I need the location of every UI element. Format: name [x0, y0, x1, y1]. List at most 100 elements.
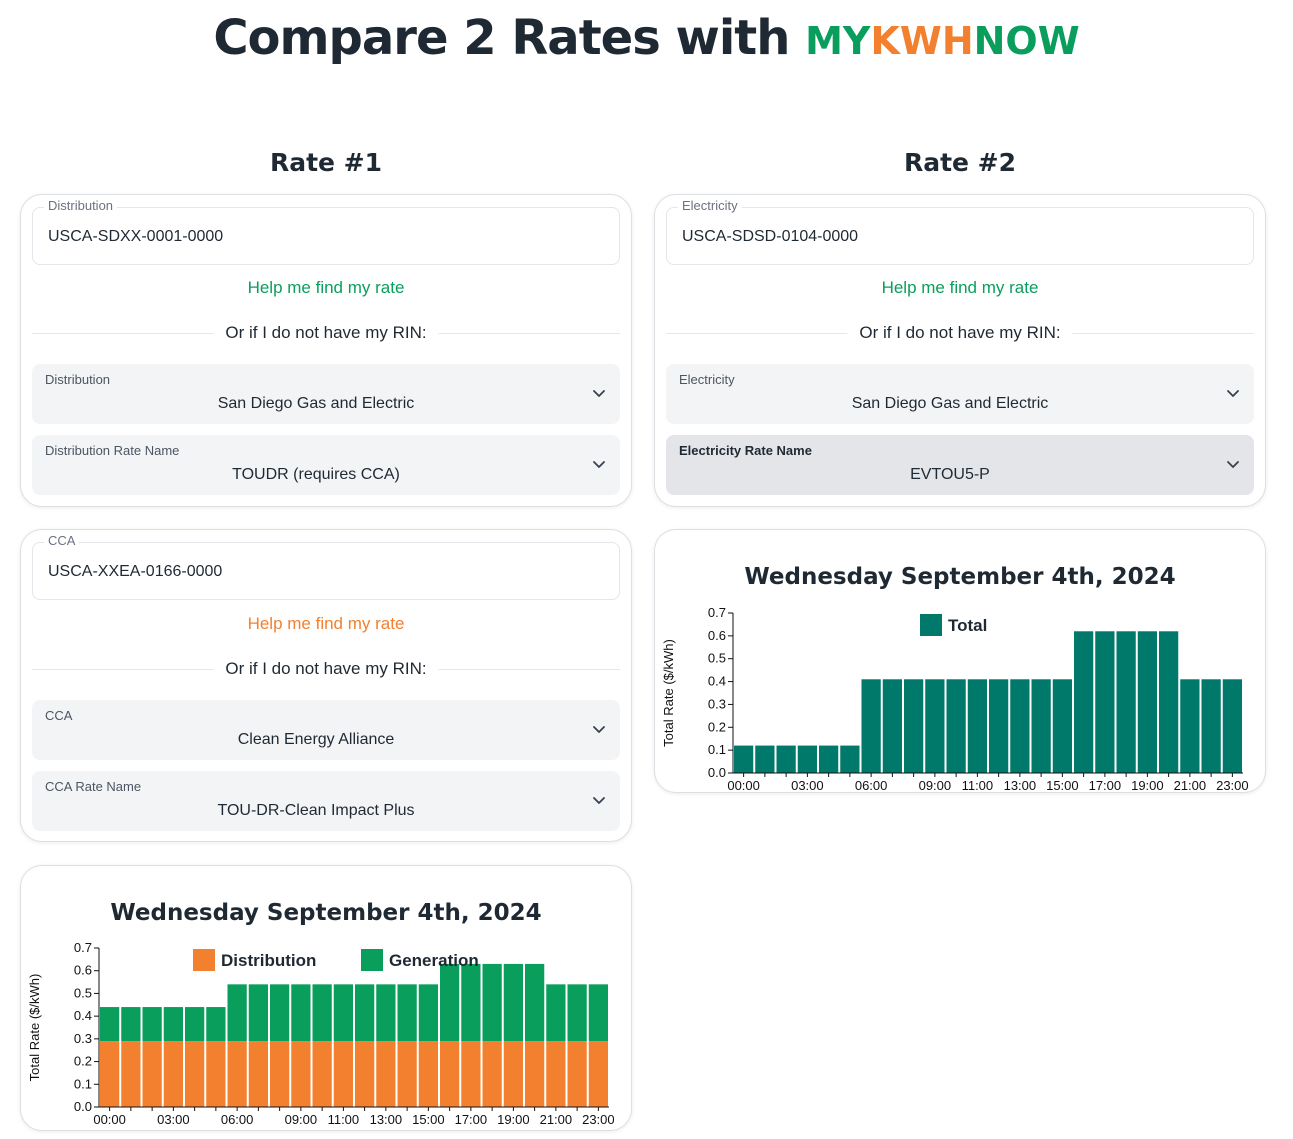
y-tick-label: 0.6 [74, 963, 92, 978]
x-tick-label: 23:00 [582, 1112, 615, 1127]
rate2-chart-card: Wednesday September 4th, 2024 0.0 0.1 0.2 0… [654, 529, 1266, 793]
select-value: TOUDR (requires CCA) [232, 466, 400, 483]
bar-distribution-5 [206, 1041, 226, 1107]
bar-total-8 [904, 679, 924, 773]
bar-generation-19 [503, 963, 523, 1042]
bar-total-4 [819, 745, 839, 773]
bar-distribution-19 [503, 1041, 523, 1107]
electricity-rin-field[interactable]: Electricity USCA-SDSD-0104-0000 [666, 198, 1254, 265]
select-value: San Diego Gas and Electric [851, 395, 1049, 412]
electricity-utility-select[interactable]: Electricity San Diego Gas and Electric [666, 364, 1254, 424]
bar-generation-0 [100, 1007, 120, 1042]
cca-rin-field[interactable]: CCA USCA-XXEA-0166-0000 [32, 533, 620, 600]
electricity-help-link[interactable]: Help me find my rate [655, 278, 1265, 298]
bar-total-0 [734, 745, 754, 773]
bar-distribution-9 [291, 1041, 311, 1107]
x-tick-label: 06:00 [221, 1112, 254, 1127]
distribution-divider: Or if I do not have my RIN: [32, 323, 620, 343]
legend-swatch-generation [361, 949, 383, 971]
bar-distribution-23 [588, 1041, 608, 1107]
bar-total-2 [776, 745, 796, 773]
bar-generation-20 [525, 963, 545, 1042]
bar-generation-21 [546, 984, 566, 1042]
y-tick-label: 0.7 [74, 940, 92, 955]
bar-distribution-3 [163, 1041, 183, 1107]
select-label: Electricity Rate Name [679, 443, 812, 458]
rate1-chart-card: Wednesday September 4th, 2024 0.0 0.1 0.2 0… [20, 865, 632, 1131]
brand-now: NOW [973, 19, 1080, 63]
bar-distribution-13 [376, 1041, 396, 1107]
bar-total-1 [755, 745, 775, 773]
bar-generation-12 [355, 984, 375, 1042]
distribution-divider-text: Or if I do not have my RIN: [213, 323, 439, 343]
bar-total-6 [861, 679, 881, 773]
select-label: Distribution Rate Name [45, 443, 180, 458]
distribution-utility-select[interactable]: Distribution San Diego Gas and Electric [32, 364, 620, 424]
bar-generation-15 [418, 984, 438, 1042]
cca-rate-name-select[interactable]: CCA Rate Name TOU-DR-Clean Impact Plus [32, 771, 620, 831]
y-tick-label: 0.1 [708, 742, 726, 757]
y-tick-label: 0.3 [708, 696, 726, 711]
bar-total-16 [1074, 631, 1094, 773]
bar-total-7 [882, 679, 902, 773]
electricity-card: Electricity USCA-SDSD-0104-0000 Help me … [654, 194, 1266, 507]
x-tick-label: 21:00 [540, 1112, 573, 1127]
bar-total-9 [925, 679, 945, 773]
cca-divider-text: Or if I do not have my RIN: [213, 659, 439, 679]
bar-distribution-21 [546, 1041, 566, 1107]
y-axis-label: Total Rate ($/kWh) [661, 639, 676, 747]
electricity-rate-name-select[interactable]: Electricity Rate Name EVTOU5-P [666, 435, 1254, 495]
chevron-down-icon [1227, 461, 1239, 468]
bar-distribution-18 [482, 1041, 502, 1107]
bar-distribution-6 [227, 1041, 247, 1107]
cca-rin-value: USCA-XXEA-0166-0000 [48, 563, 223, 580]
chevron-down-icon [593, 797, 605, 804]
bar-generation-22 [567, 984, 587, 1042]
y-tick-label: 0.5 [74, 985, 92, 1000]
bar-total-15 [1052, 679, 1072, 773]
bar-total-3 [797, 745, 817, 773]
bar-total-20 [1159, 631, 1179, 773]
bar-generation-16 [440, 963, 460, 1042]
x-tick-label: 17:00 [455, 1112, 488, 1127]
bar-total-18 [1116, 631, 1136, 773]
x-tick-label: 13:00 [370, 1112, 403, 1127]
y-tick-label: 0.2 [708, 719, 726, 734]
y-tick-label: 0.7 [708, 605, 726, 620]
distribution-rin-value: USCA-SDXX-0001-0000 [48, 228, 224, 245]
distribution-rin-label: Distribution [44, 198, 118, 213]
x-tick-label: 09:00 [919, 778, 952, 792]
x-tick-label: 11:00 [962, 778, 994, 792]
bar-generation-2 [142, 1007, 162, 1042]
rate2-bar-chart: 0.0 0.1 0.2 0.3 0.4 0.5 0.6 0.7 00:00 03:00 06:00 0… [661, 605, 1249, 792]
x-tick-label: 00:00 [727, 778, 760, 792]
distribution-rin-field[interactable]: Distribution USCA-SDXX-0001-0000 [32, 198, 620, 265]
legend-label-generation: Generation [389, 951, 479, 970]
bar-total-10 [946, 679, 966, 773]
cca-help-link[interactable]: Help me find my rate [21, 614, 631, 634]
y-tick-label: 0.0 [708, 765, 726, 780]
bar-total-5 [840, 745, 860, 773]
bar-generation-23 [588, 984, 608, 1042]
distribution-rate-name-select[interactable]: Distribution Rate Name TOUDR (requires C… [32, 435, 620, 495]
bar-generation-17 [461, 963, 481, 1042]
bar-distribution-4 [185, 1041, 205, 1107]
cca-card: CCA USCA-XXEA-0166-0000 Help me find my … [20, 529, 632, 842]
bar-distribution-17 [461, 1041, 481, 1107]
select-value: EVTOU5-P [910, 466, 990, 483]
distribution-help-link[interactable]: Help me find my rate [21, 278, 631, 298]
brand-my: MY [805, 19, 871, 63]
y-axis-label: Total Rate ($/kWh) [27, 974, 42, 1082]
bar-generation-7 [248, 984, 268, 1042]
electricity-divider: Or if I do not have my RIN: [666, 323, 1254, 343]
legend-label-distribution: Distribution [221, 951, 316, 970]
bar-distribution-15 [418, 1041, 438, 1107]
x-tick-label: 13:00 [1004, 778, 1037, 792]
cca-provider-select[interactable]: CCA Clean Energy Alliance [32, 700, 620, 760]
x-tick-label: 15:00 [412, 1112, 445, 1127]
bar-total-17 [1095, 631, 1115, 773]
bar-distribution-8 [270, 1041, 290, 1107]
select-value: San Diego Gas and Electric [217, 395, 415, 412]
x-tick-label: 00:00 [93, 1112, 126, 1127]
bar-distribution-7 [248, 1041, 268, 1107]
